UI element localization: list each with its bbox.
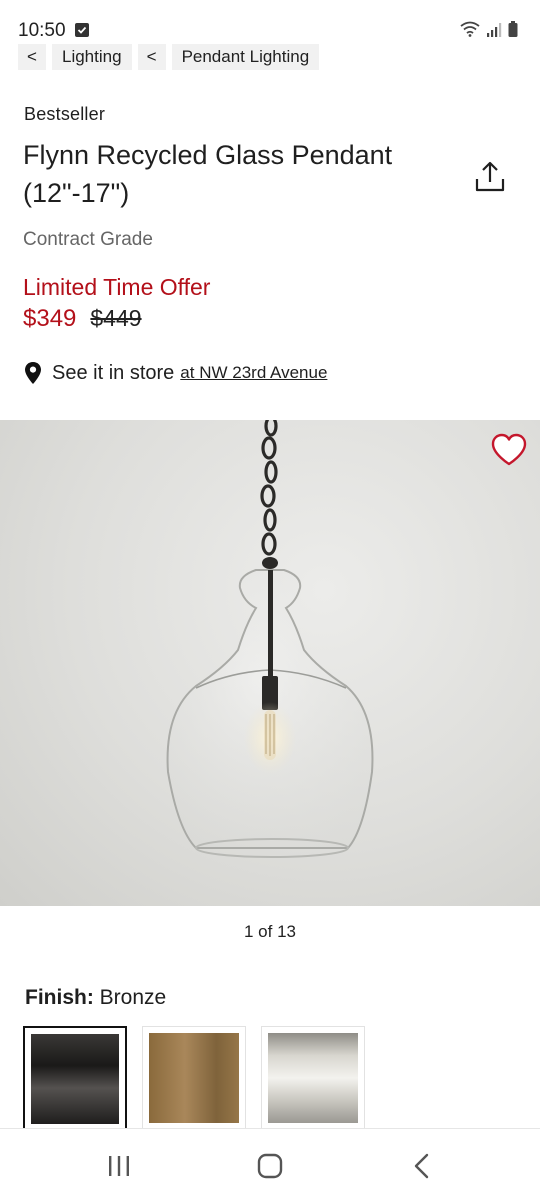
share-icon — [475, 161, 505, 192]
signal-icon — [487, 23, 502, 37]
back-button[interactable] — [404, 1151, 440, 1181]
share-button[interactable] — [474, 160, 506, 194]
favorite-button[interactable] — [490, 432, 528, 468]
status-bar: 10:50 — [0, 0, 540, 44]
breadcrumb-back-pendant-lighting[interactable]: < — [137, 44, 166, 70]
breadcrumb: < Lighting < Pendant Lighting — [18, 44, 320, 70]
chain-graphic — [260, 420, 278, 556]
breadcrumb-item-pendant-lighting[interactable]: Pendant Lighting — [171, 44, 320, 70]
finish-selected-value: Bronze — [99, 986, 167, 1009]
wifi-icon — [460, 21, 480, 37]
store-location-link[interactable]: at NW 23rd Avenue — [180, 363, 327, 383]
see-in-store-row: See it in store at NW 23rd Avenue — [24, 361, 327, 385]
breadcrumb-back-lighting[interactable]: < — [18, 44, 46, 70]
home-icon — [257, 1153, 283, 1179]
finish-swatch-brass[interactable] — [142, 1026, 246, 1130]
home-button[interactable] — [252, 1151, 288, 1181]
sale-price: $349 — [23, 305, 77, 332]
finish-swatch-polished-nickel[interactable] — [261, 1026, 365, 1130]
notification-check-icon — [75, 23, 89, 37]
system-nav-bar — [0, 1128, 540, 1200]
location-pin-icon — [25, 362, 41, 384]
breadcrumb-item-lighting[interactable]: Lighting — [52, 44, 132, 70]
price-row: $349 $449 — [23, 305, 142, 333]
brass-swatch-fill — [149, 1033, 239, 1123]
status-time: 10:50 — [18, 20, 66, 41]
nickel-swatch-fill — [268, 1033, 358, 1123]
recent-apps-icon — [109, 1156, 129, 1176]
back-icon — [414, 1153, 429, 1179]
recent-apps-button[interactable] — [101, 1151, 137, 1181]
battery-icon — [508, 21, 518, 37]
contract-grade-label: Contract Grade — [23, 229, 153, 250]
heart-icon — [491, 433, 527, 466]
product-image[interactable] — [0, 420, 540, 906]
bestseller-badge: Bestseller — [24, 104, 106, 124]
finish-label-title: Finish: — [25, 986, 94, 1009]
finish-swatch-bronze[interactable] — [23, 1026, 127, 1130]
status-icons — [460, 21, 518, 37]
bronze-swatch-fill — [31, 1034, 119, 1124]
finish-swatches — [23, 1026, 365, 1130]
product-title: Flynn Recycled Glass Pendant (12"-17") — [23, 140, 393, 208]
image-counter: 1 of 13 — [244, 922, 296, 941]
limited-offer-label: Limited Time Offer — [23, 274, 211, 300]
see-in-store-label: See it in store — [52, 361, 175, 384]
finish-label: Finish: Bronze — [25, 986, 166, 1010]
original-price: $449 — [90, 305, 142, 331]
